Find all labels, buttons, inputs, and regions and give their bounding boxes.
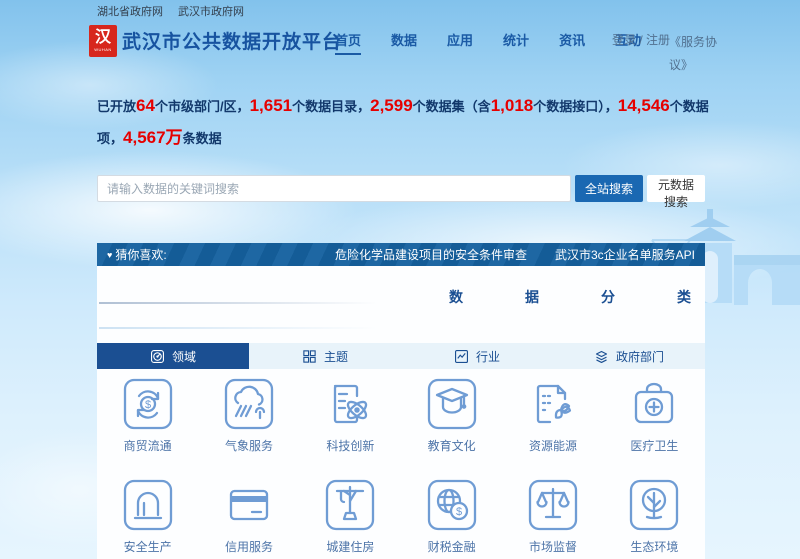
category-grid: $ 商贸流通 气象服务	[97, 376, 705, 555]
category-safety-production[interactable]: 安全生产	[97, 477, 198, 555]
category-label: 医疗卫生	[630, 437, 678, 454]
tab-government-departments[interactable]: 政府部门	[553, 343, 705, 369]
construction-housing-icon	[324, 477, 376, 533]
category-label: 安全生产	[124, 538, 172, 555]
category-label: 教育文化	[428, 437, 476, 454]
tab-theme[interactable]: 主题	[249, 343, 401, 369]
section-title-char: 分	[601, 287, 615, 307]
stats-text: 条数据	[183, 131, 222, 146]
tab-label: 行业	[476, 348, 500, 365]
page-title: 武汉市公共数据开放平台	[122, 27, 342, 54]
market-supervision-icon	[527, 477, 579, 533]
data-category-card: 数 据 分 类 领域 主题 行业	[97, 266, 705, 559]
layers-icon	[594, 349, 609, 364]
separator-line	[99, 327, 377, 329]
category-trade-circulation[interactable]: $ 商贸流通	[97, 376, 198, 454]
metadata-search-button[interactable]: 元数据搜索	[647, 175, 705, 202]
site-logo[interactable]: 汉 WUHAN	[89, 25, 117, 57]
category-label: 财税金融	[428, 538, 476, 555]
category-label: 生态环境	[630, 538, 678, 555]
finance-tax-icon: $	[426, 477, 478, 533]
service-agreement-link[interactable]: 《服务协议》	[669, 31, 721, 77]
heart-icon: ♥	[107, 250, 112, 260]
search-input[interactable]	[97, 175, 571, 202]
tab-label: 主题	[324, 348, 348, 365]
section-title-data-category: 数 据 分 类	[449, 287, 691, 307]
section-title-char: 数	[449, 287, 463, 307]
stats-text: 个数据目录，	[292, 99, 370, 114]
search-bar: 全站搜索 元数据搜索	[97, 175, 705, 202]
hubei-gov-link[interactable]: 湖北省政府网	[97, 3, 163, 19]
category-credit-service[interactable]: 信用服务	[198, 477, 299, 555]
gov-links: 湖北省政府网 武汉市政府网	[97, 3, 244, 19]
category-market-supervision[interactable]: 市场监督	[502, 477, 603, 555]
stats-number: 1,018	[491, 96, 534, 115]
weather-service-icon	[223, 376, 275, 432]
tab-industry[interactable]: 行业	[401, 343, 553, 369]
category-sci-tech[interactable]: 科技创新	[300, 376, 401, 454]
category-label: 市场监督	[529, 538, 577, 555]
nav-item-statistics[interactable]: 统计	[503, 30, 529, 55]
sci-tech-icon	[324, 376, 376, 432]
category-medical-health[interactable]: 医疗卫生	[604, 376, 705, 454]
category-label: 科技创新	[326, 437, 374, 454]
education-culture-icon	[426, 376, 478, 432]
safety-production-icon	[122, 477, 174, 533]
stats-text: 已开放	[97, 99, 136, 114]
category-label: 资源能源	[529, 437, 577, 454]
category-weather-service[interactable]: 气象服务	[198, 376, 299, 454]
stats-number: 14,546	[618, 96, 670, 115]
recommendation-link-2[interactable]: 武汉市3c企业名单服务API	[555, 246, 695, 263]
category-finance-tax[interactable]: $ 财税金融	[401, 477, 502, 555]
category-label: 气象服务	[225, 437, 273, 454]
category-resource-energy[interactable]: 资源能源	[502, 376, 603, 454]
chart-icon	[454, 349, 469, 364]
nav-item-apps[interactable]: 应用	[447, 30, 473, 55]
site-search-button[interactable]: 全站搜索	[575, 175, 643, 202]
stats-number: 2,599	[370, 96, 413, 115]
section-title-char: 类	[677, 287, 691, 307]
category-tabs: 领域 主题 行业 政府部门	[97, 343, 705, 369]
logo-seal-icon: 汉	[95, 30, 111, 46]
open-data-stats: 已开放64个市级部门/区，1,651个数据目录，2,599个数据集（含1,018…	[97, 90, 711, 154]
page: 湖北省政府网 武汉市政府网 汉 WUHAN 武汉市公共数据开放平台 首页 数据 …	[0, 0, 800, 559]
category-construction-housing[interactable]: 城建住房	[300, 477, 401, 555]
tab-domain[interactable]: 领域	[97, 343, 249, 369]
stats-number: 1,651	[250, 96, 293, 115]
category-label: 商贸流通	[124, 437, 172, 454]
separator-line	[99, 302, 377, 304]
compass-icon	[150, 349, 165, 364]
section-title-char: 据	[525, 287, 539, 307]
credit-service-icon	[223, 477, 275, 533]
trade-circulation-icon: $	[122, 376, 174, 432]
stats-text: 个数据集（含	[413, 99, 491, 114]
recommendation-bar: ♥ 猜你喜欢: 危险化学品建设项目的安全条件审查 武汉市3c企业名单服务API	[97, 243, 705, 266]
nav-item-data[interactable]: 数据	[391, 30, 417, 55]
logo-subtext: WUHAN	[94, 48, 112, 52]
tab-label: 政府部门	[616, 348, 664, 365]
category-label: 城建住房	[326, 538, 374, 555]
category-label: 信用服务	[225, 538, 273, 555]
nav-item-news[interactable]: 资讯	[559, 30, 585, 55]
recommendation-link-1[interactable]: 危险化学品建设项目的安全条件审查	[335, 246, 527, 263]
recommendation-links: 危险化学品建设项目的安全条件审查 武汉市3c企业名单服务API	[335, 246, 695, 263]
stats-text: 个市级部门/区，	[155, 99, 250, 114]
login-register-link[interactable]: 登录 / 注册	[612, 31, 670, 48]
wuhan-gov-link[interactable]: 武汉市政府网	[178, 3, 244, 19]
stats-number: 4,567万	[123, 128, 183, 147]
category-education-culture[interactable]: 教育文化	[401, 376, 502, 454]
nav-item-home[interactable]: 首页	[335, 30, 361, 55]
stats-text: 个数据接口），	[533, 99, 618, 114]
ecology-environment-icon	[628, 477, 680, 533]
tab-label: 领域	[172, 348, 196, 365]
svg-text:$: $	[456, 506, 462, 518]
stats-number: 64	[136, 96, 155, 115]
svg-text:$: $	[145, 399, 151, 411]
recommendation-label: 猜你喜欢:	[115, 246, 166, 263]
medical-health-icon	[628, 376, 680, 432]
grid-icon	[302, 349, 317, 364]
resource-energy-icon	[527, 376, 579, 432]
category-ecology-environment[interactable]: 生态环境	[604, 477, 705, 555]
main-nav: 首页 数据 应用 统计 资讯 互动	[335, 30, 641, 55]
